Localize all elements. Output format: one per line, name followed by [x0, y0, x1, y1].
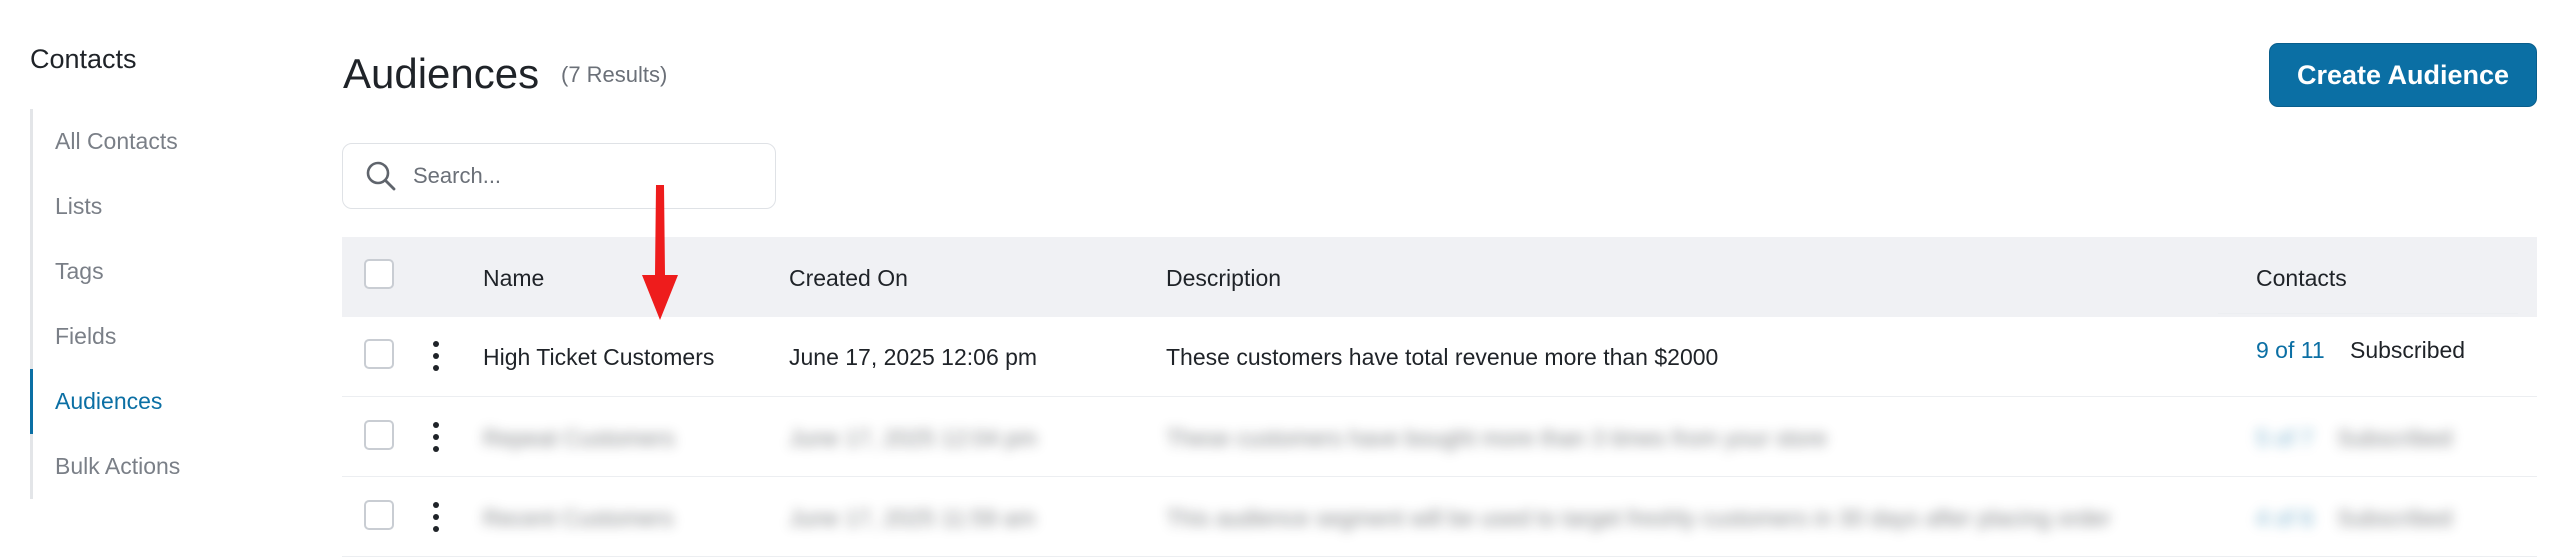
sidebar-item-tags[interactable]: Tags	[30, 239, 280, 304]
contacts-status: Subscribed	[2337, 505, 2453, 531]
sidebar-title: Contacts	[30, 44, 137, 74]
column-header-description: Description	[1166, 265, 1282, 291]
contacts-status: Subscribed	[2350, 337, 2466, 363]
sidebar-item-fields[interactable]: Fields	[30, 304, 280, 369]
description: These customers have total revenue more …	[1166, 344, 1719, 370]
column-header-name[interactable]: Name	[483, 265, 544, 292]
create-audience-button[interactable]: Create Audience	[2269, 43, 2537, 107]
row-actions-menu-icon[interactable]	[430, 422, 442, 452]
sidebar-nav: All Contacts Lists Tags Fields Audiences…	[30, 109, 280, 499]
created-on: June 17, 2025 11:59 am	[789, 505, 1036, 531]
sidebar: Contacts All Contacts Lists Tags Fields …	[30, 44, 280, 499]
contacts-count-link[interactable]: 5 of 7	[2256, 425, 2314, 452]
audience-name[interactable]: Repeat Customers	[483, 425, 675, 452]
search-box[interactable]	[342, 143, 776, 209]
column-header-contacts: Contacts	[2256, 265, 2347, 291]
sidebar-item-bulk-actions[interactable]: Bulk Actions	[30, 434, 280, 499]
row-actions-menu-icon[interactable]	[430, 341, 442, 371]
page-title: Audiences	[343, 50, 540, 97]
created-on: June 17, 2025 12:06 pm	[789, 344, 1038, 370]
select-all-checkbox[interactable]	[364, 259, 394, 289]
contacts-count-link[interactable]: 4 of 6	[2256, 505, 2314, 532]
contacts-cell: 9 of 11 Subscribed	[2218, 313, 2518, 381]
description: These customers have bought more than 3 …	[1166, 425, 1827, 451]
audience-name[interactable]: Recent Customers	[483, 505, 673, 532]
results-count: (7 Results)	[561, 62, 668, 87]
sidebar-item-audiences[interactable]: Audiences	[30, 369, 280, 434]
row-checkbox[interactable]	[364, 500, 394, 530]
table-row[interactable]: High Ticket Customers June 17, 2025 12:0…	[342, 313, 2537, 397]
contacts-count-link[interactable]: 9 of 11	[2256, 337, 2325, 364]
row-checkbox[interactable]	[364, 420, 394, 450]
row-actions-menu-icon[interactable]	[430, 502, 442, 532]
sidebar-item-lists[interactable]: Lists	[30, 174, 280, 239]
contacts-status: Subscribed	[2337, 425, 2453, 451]
sidebar-item-all-contacts[interactable]: All Contacts	[30, 109, 280, 174]
table-row[interactable]: Repeat Customers June 17, 2025 12:04 pm …	[342, 397, 2537, 477]
description: This audience segment will be used to ta…	[1166, 505, 2111, 531]
table-row[interactable]: Recent Customers June 17, 2025 11:59 am …	[342, 477, 2537, 557]
audience-name[interactable]: High Ticket Customers	[483, 344, 714, 371]
column-header-created-on[interactable]: Created On	[789, 265, 908, 292]
annotation-arrow-icon	[642, 185, 678, 320]
search-icon	[366, 161, 396, 191]
row-checkbox[interactable]	[364, 339, 394, 369]
created-on: June 17, 2025 12:04 pm	[789, 425, 1038, 451]
